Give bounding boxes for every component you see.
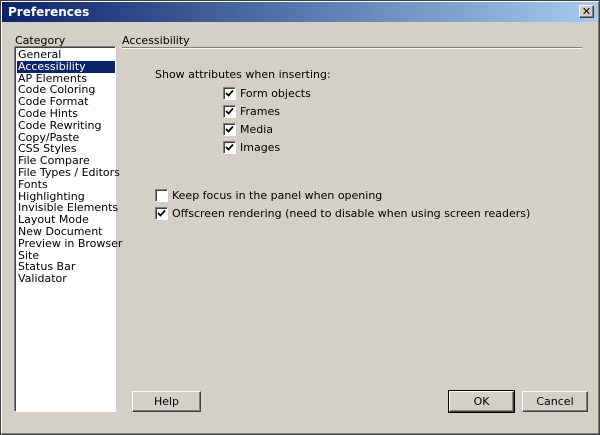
media-label: Media [240, 123, 274, 136]
help-button[interactable]: Help [132, 391, 201, 412]
offscreen-rendering-label: Offscreen rendering (need to disable whe… [172, 207, 531, 220]
category-item-fonts[interactable]: Fonts [17, 178, 115, 191]
form-objects-label: Form objects [240, 87, 311, 100]
close-button[interactable]: ✕ [579, 5, 594, 18]
show-attributes-label: Show attributes when inserting: [155, 68, 331, 81]
category-item-new-document[interactable]: New Document [17, 226, 115, 238]
title-bar[interactable]: Preferences ✕ [2, 2, 598, 22]
form-objects-checkbox[interactable] [223, 87, 236, 100]
media-option[interactable]: Media [223, 123, 273, 136]
preferences-dialog: Preferences ✕ Category General Accessibi… [0, 0, 600, 435]
cancel-button[interactable]: Cancel [522, 391, 588, 412]
category-item-file-types-editors[interactable]: File Types / Editors [17, 167, 120, 179]
checkmark-icon [225, 143, 234, 151]
media-checkbox[interactable] [223, 123, 236, 136]
title-separator [122, 47, 582, 49]
keep-focus-option[interactable]: Keep focus in the panel when opening [155, 189, 382, 202]
checkmark-icon [225, 125, 234, 133]
category-item-validator[interactable]: Validator [17, 273, 115, 285]
offscreen-rendering-checkbox[interactable] [155, 207, 168, 220]
offscreen-rendering-option[interactable]: Offscreen rendering (need to disable whe… [155, 207, 530, 220]
frames-option[interactable]: Frames [223, 105, 280, 118]
category-item-code-rewriting[interactable]: Code Rewriting [17, 119, 115, 132]
panel-title: Accessibility [122, 34, 190, 47]
close-icon: ✕ [581, 5, 592, 18]
images-label: Images [240, 141, 281, 154]
category-item-preview-in-browser[interactable]: Preview in Browser [17, 237, 122, 250]
window-title: Preferences [8, 5, 90, 19]
ok-button[interactable]: OK [448, 390, 515, 413]
images-option[interactable]: Images [223, 141, 280, 154]
category-list[interactable]: General Accessibility AP Elements Code C… [14, 46, 122, 412]
checkmark-icon [157, 209, 166, 217]
images-checkbox[interactable] [223, 141, 236, 154]
form-objects-option[interactable]: Form objects [223, 87, 311, 100]
checkmark-icon [225, 107, 234, 115]
checkmark-icon [225, 89, 234, 97]
frames-checkbox[interactable] [223, 105, 236, 118]
frames-label: Frames [240, 105, 281, 118]
keep-focus-checkbox[interactable] [155, 189, 168, 202]
category-item-accessibility[interactable]: Accessibility [17, 60, 115, 73]
category-item-code-hints[interactable]: Code Hints [17, 108, 115, 120]
keep-focus-label: Keep focus in the panel when opening [172, 189, 383, 202]
